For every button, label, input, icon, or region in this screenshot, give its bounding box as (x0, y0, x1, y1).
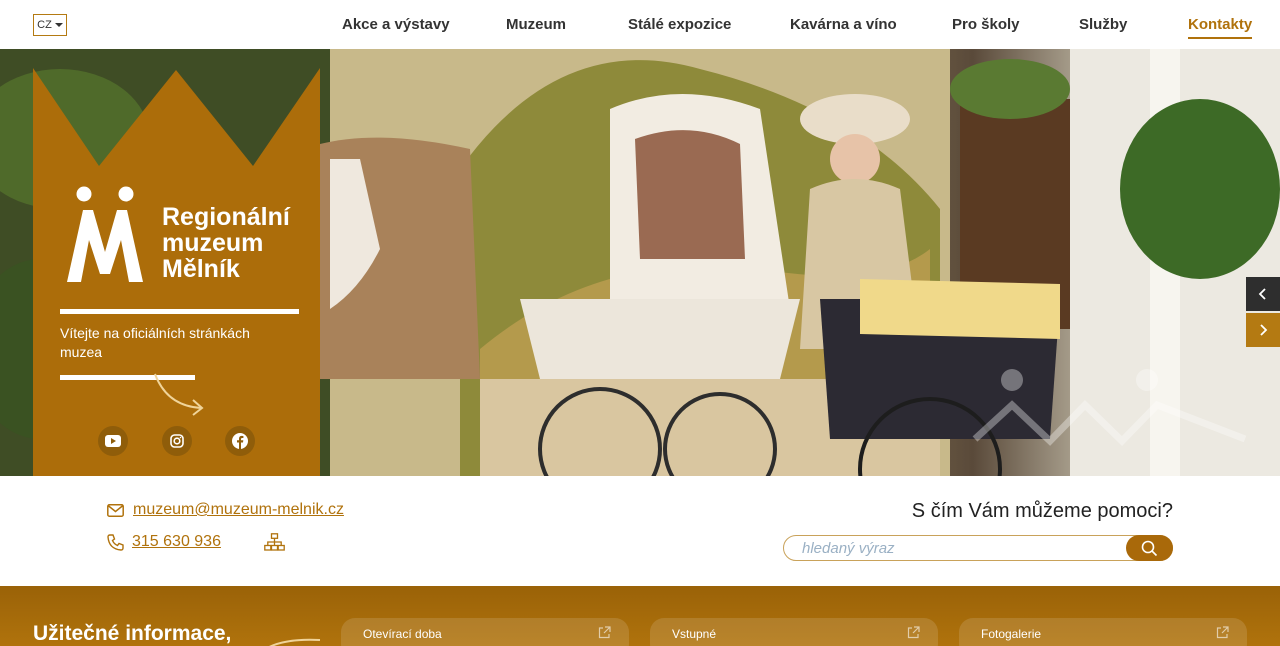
main-nav: Akce a výstavy Muzeum Stálé expozice Kav… (0, 0, 1280, 49)
envelope-icon (107, 503, 124, 517)
sitemap-icon (264, 533, 285, 551)
nav-item-sluzby[interactable]: Služby (1079, 16, 1127, 33)
external-link-icon (1216, 626, 1229, 639)
brand-line: Regionální (162, 203, 290, 231)
youtube-link[interactable] (98, 426, 128, 456)
tile-photo-gallery[interactable]: Fotogalerie (959, 618, 1247, 646)
welcome-text: Vítejte na oficiálních stránkách muzea (60, 325, 250, 360)
search-box (783, 535, 1173, 561)
instagram-link[interactable] (162, 426, 192, 456)
sitemap-link[interactable] (264, 533, 285, 556)
useful-info-title: Užitečné informace, (33, 622, 232, 645)
brand-title: Regionální muzeum Mělník (162, 204, 290, 282)
tile-opening-hours[interactable]: Otevírací doba (341, 618, 629, 646)
email-link[interactable]: muzeum@muzeum-melnik.cz (133, 501, 344, 519)
nav-item-muzeum[interactable]: Muzeum (506, 16, 566, 33)
tile-label: Vstupné (672, 627, 717, 641)
useful-info-section: Užitečné informace, Otevírací doba Vstup… (0, 586, 1280, 646)
external-link-icon (598, 626, 611, 639)
brand-line: muzeum (162, 229, 264, 257)
slider-prev-button[interactable] (1246, 277, 1280, 311)
external-link-icon (907, 626, 920, 639)
nav-item-skoly[interactable]: Pro školy (952, 16, 1020, 33)
facebook-icon (232, 433, 248, 449)
nav-item-kavarna[interactable]: Kavárna a víno (790, 16, 897, 33)
tile-admission[interactable]: Vstupné (650, 618, 938, 646)
nav-item-expozice[interactable]: Stálé expozice (628, 16, 731, 33)
nav-item-akce[interactable]: Akce a výstavy (342, 16, 450, 33)
search-input[interactable] (802, 539, 1122, 557)
phone-icon (107, 533, 124, 551)
search-heading: S čím Vám můžeme pomoci? (911, 500, 1173, 522)
instagram-icon (170, 434, 184, 448)
logo-m-icon (67, 186, 143, 282)
search-button[interactable] (1126, 535, 1173, 561)
brand-line: Mělník (162, 255, 240, 283)
chevron-left-icon (1258, 288, 1266, 300)
curved-arrow-icon (154, 373, 204, 416)
search-icon (1141, 540, 1158, 556)
facebook-link[interactable] (225, 426, 255, 456)
youtube-icon (105, 435, 121, 447)
slider-next-button[interactable] (1246, 313, 1280, 347)
tile-label: Otevírací doba (363, 627, 442, 641)
chevron-right-icon (1260, 324, 1268, 336)
museum-logo[interactable] (65, 184, 145, 289)
social-links (98, 426, 258, 456)
divider (60, 309, 299, 314)
phone-link[interactable]: 315 630 936 (132, 533, 221, 551)
top-bar: CZ Akce a výstavy Muzeum Stálé expozice … (0, 0, 1280, 49)
contact-strip: muzeum@muzeum-melnik.cz 315 630 936 S čí… (0, 476, 1280, 586)
curved-arrow-icon (269, 638, 321, 646)
tile-label: Fotogalerie (981, 627, 1042, 641)
brand-panel: Regionální muzeum Mělník Vítejte na ofic… (33, 66, 320, 476)
nav-item-kontakty[interactable]: Kontakty (1188, 16, 1253, 39)
